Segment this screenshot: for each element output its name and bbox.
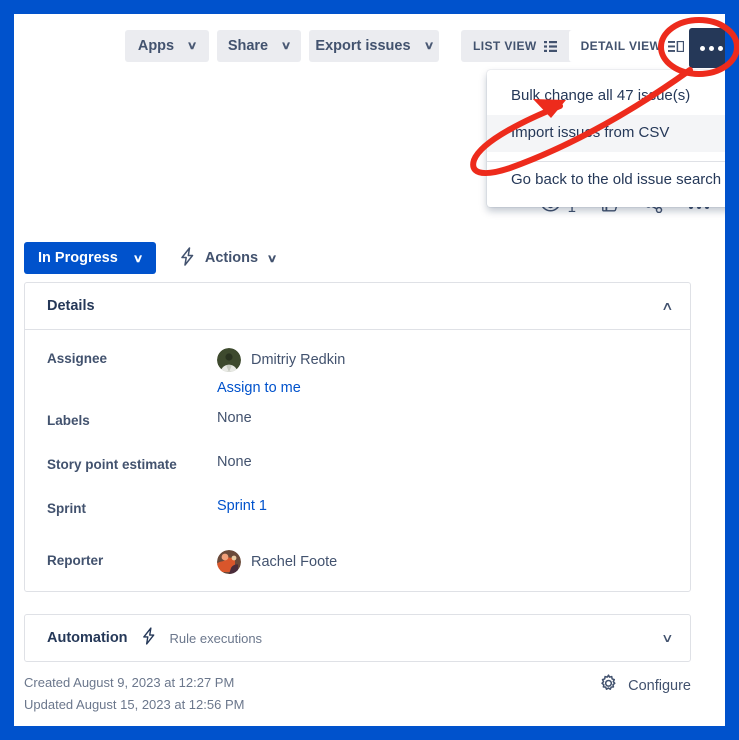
more-dot bbox=[700, 45, 705, 51]
list-view-toggle[interactable]: LIST VIEW bbox=[461, 30, 569, 62]
chevron-down-icon: ∨ bbox=[266, 252, 278, 265]
share-button[interactable]: Share ∨ bbox=[217, 30, 301, 62]
list-view-icon bbox=[543, 40, 557, 52]
actions-label: Actions bbox=[204, 250, 259, 266]
chevron-down-icon: ∨ bbox=[280, 39, 292, 52]
automation-header-left: Automation Rule executions bbox=[47, 626, 263, 650]
field-value[interactable]: Rachel Foote bbox=[217, 550, 337, 574]
details-panel: Details ∧ Assignee Dmitriy Redkin Assign… bbox=[24, 282, 691, 592]
updated-timestamp: Updated August 15, 2023 at 12:56 PM bbox=[24, 697, 245, 713]
export-issues-button[interactable]: Export issues ∨ bbox=[309, 30, 439, 62]
view-toggle-group: LIST VIEW DETAIL VIEW bbox=[461, 30, 697, 62]
details-title: Details bbox=[47, 298, 95, 314]
reporter-name: Rachel Foote bbox=[251, 554, 338, 570]
sprint-link[interactable]: Sprint 1 bbox=[217, 498, 267, 514]
avatar bbox=[217, 348, 241, 372]
lightning-bolt-icon bbox=[180, 246, 195, 270]
field-sprint: Sprint Sprint 1 bbox=[47, 498, 668, 550]
apps-button[interactable]: Apps ∨ bbox=[125, 30, 209, 62]
menu-item-bulk-change[interactable]: Bulk change all 47 issue(s) bbox=[487, 78, 725, 115]
detail-view-label: DETAIL VIEW bbox=[580, 39, 662, 53]
issue-footer: Created August 9, 2023 at 12:27 PM Updat… bbox=[24, 672, 691, 717]
automation-title: Automation bbox=[47, 630, 128, 646]
lightning-bolt-icon bbox=[142, 626, 156, 650]
assignee-name: Dmitriy Redkin bbox=[251, 352, 346, 368]
field-labels: Labels None bbox=[47, 410, 668, 454]
more-options-button[interactable] bbox=[689, 28, 725, 68]
avatar bbox=[217, 550, 241, 574]
rule-executions-label: Rule executions bbox=[169, 630, 263, 646]
assign-to-me-link[interactable]: Assign to me bbox=[217, 380, 668, 396]
field-label: Sprint bbox=[47, 501, 86, 516]
field-label: Reporter bbox=[47, 553, 104, 568]
configure-label: Configure bbox=[628, 677, 691, 694]
export-issues-label: Export issues bbox=[315, 38, 411, 54]
more-dot bbox=[709, 45, 714, 51]
menu-item-old-issue-search[interactable]: Go back to the old issue search bbox=[487, 162, 725, 199]
status-label: In Progress bbox=[38, 250, 118, 266]
field-value[interactable]: None bbox=[217, 410, 252, 426]
field-story-point-estimate: Story point estimate None bbox=[47, 454, 668, 498]
share-label: Share bbox=[227, 38, 269, 54]
top-toolbar: Apps ∨ Share ∨ Export issues ∨ LIST VIEW bbox=[14, 28, 725, 68]
chevron-down-icon[interactable]: ∨ bbox=[661, 632, 674, 644]
configure-button[interactable]: Configure bbox=[599, 672, 691, 697]
app-frame: Apps ∨ Share ∨ Export issues ∨ LIST VIEW bbox=[14, 14, 725, 726]
field-value[interactable]: Dmitriy Redkin bbox=[217, 348, 345, 372]
issue-status-row: In Progress ∨ Actions ∨ bbox=[24, 242, 282, 274]
details-panel-header[interactable]: Details ∧ bbox=[25, 283, 690, 330]
field-reporter: Reporter Rachel Foote bbox=[47, 550, 668, 594]
field-label: Labels bbox=[47, 413, 90, 428]
timestamps: Created August 9, 2023 at 12:27 PM Updat… bbox=[24, 672, 244, 717]
automation-panel[interactable]: Automation Rule executions ∨ bbox=[24, 614, 691, 662]
chevron-down-icon: ∨ bbox=[132, 252, 144, 265]
detail-view-icon bbox=[668, 40, 685, 52]
chevron-up-icon[interactable]: ∧ bbox=[661, 300, 674, 312]
actions-button[interactable]: Actions ∨ bbox=[174, 242, 282, 274]
field-label: Story point estimate bbox=[47, 457, 177, 472]
more-dot bbox=[718, 45, 723, 51]
gear-icon bbox=[599, 674, 618, 697]
apps-label: Apps bbox=[137, 38, 175, 54]
list-view-label: LIST VIEW bbox=[473, 39, 537, 53]
created-timestamp: Created August 9, 2023 at 12:27 PM bbox=[24, 675, 235, 690]
menu-item-import-csv[interactable]: Import issues from CSV bbox=[487, 114, 725, 152]
details-field-list: Assignee Dmitriy Redkin Assign to me Lab… bbox=[25, 330, 690, 594]
detail-view-toggle[interactable]: DETAIL VIEW bbox=[568, 30, 697, 62]
status-dropdown-button[interactable]: In Progress ∨ bbox=[24, 242, 156, 274]
more-options-menu: Bulk change all 47 issue(s) Import issue… bbox=[487, 70, 725, 208]
chevron-down-icon: ∨ bbox=[423, 39, 434, 52]
field-label: Assignee bbox=[47, 351, 108, 366]
field-value[interactable]: None bbox=[217, 454, 252, 470]
chevron-down-icon: ∨ bbox=[186, 39, 198, 52]
